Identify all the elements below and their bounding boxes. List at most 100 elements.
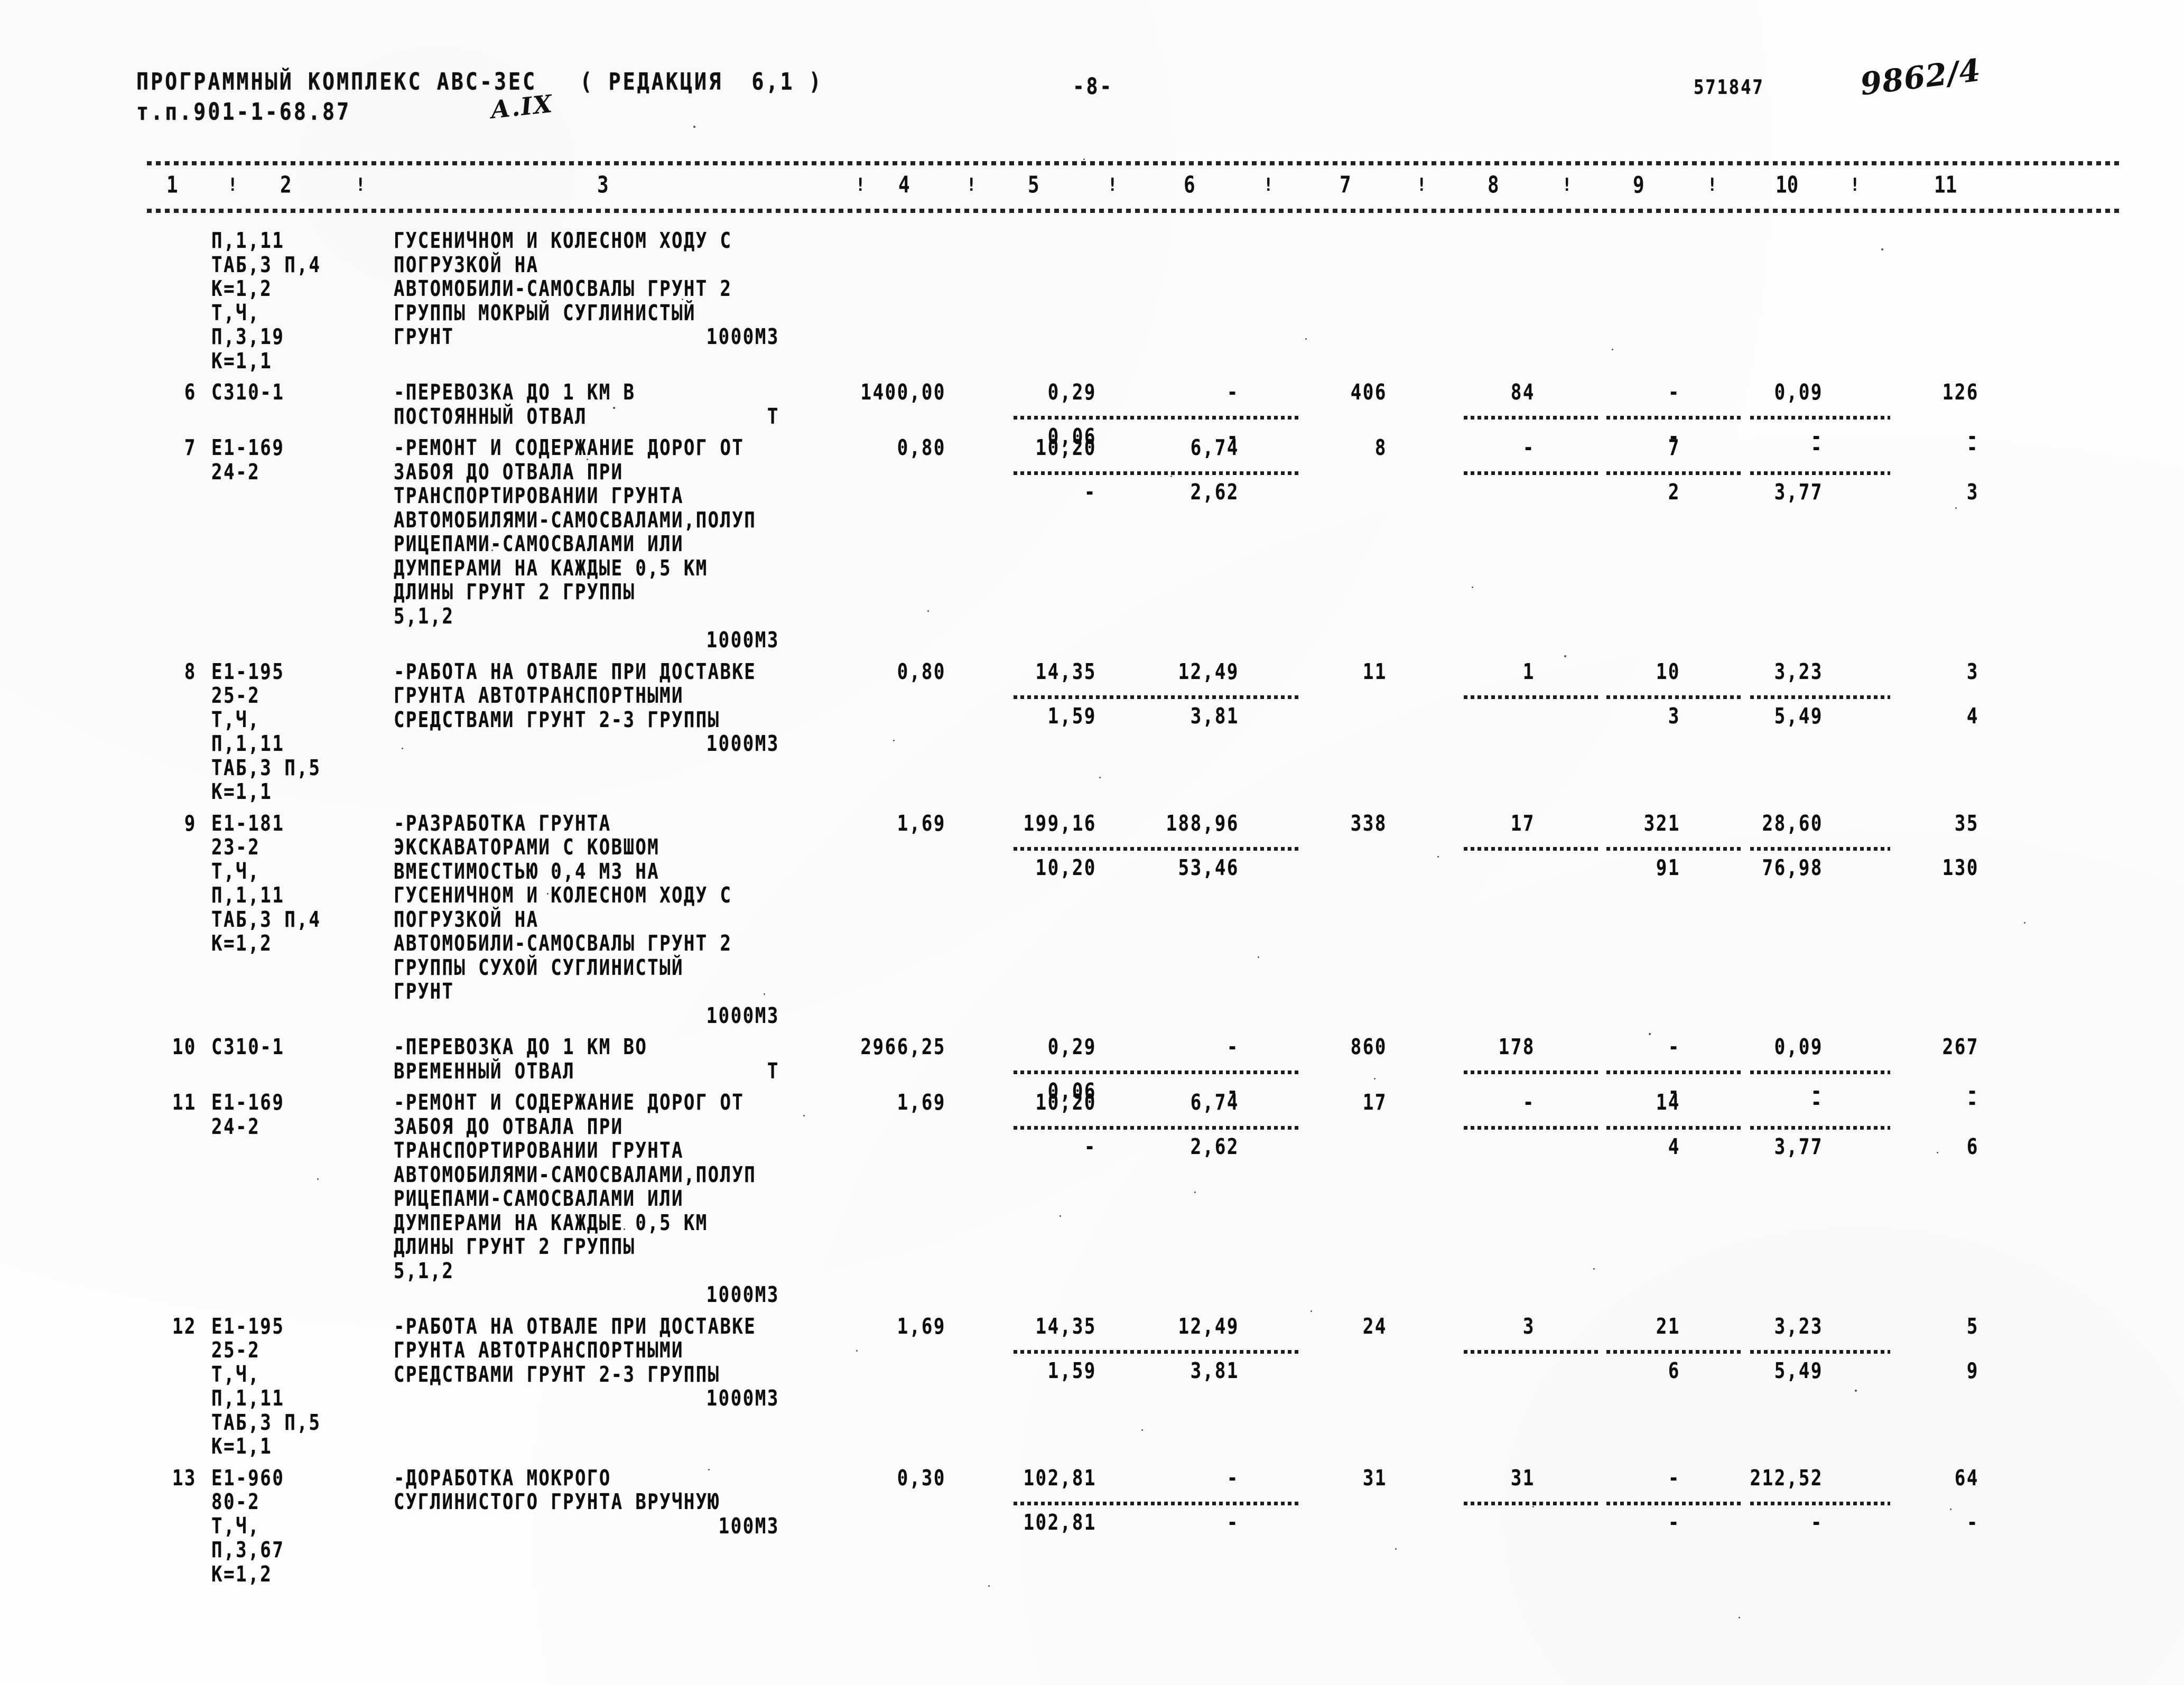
scan-speck-1 bbox=[1083, 159, 1085, 160]
scan-speck-37 bbox=[1739, 1617, 1740, 1618]
row-10-value-col11: 267 bbox=[1942, 1035, 1979, 1060]
row-9-subvalue-col11: 130 bbox=[1942, 855, 1979, 881]
row-11-value-col11: - bbox=[1966, 1090, 1979, 1115]
scan-speck-25 bbox=[1937, 1152, 1938, 1153]
scan-speck-11 bbox=[927, 610, 929, 612]
scan-speck-19 bbox=[2024, 922, 2025, 924]
scan-speck-14 bbox=[893, 740, 895, 741]
scan-speck-22 bbox=[1649, 1033, 1651, 1035]
row-8-subvalue-col11: 4 bbox=[1966, 703, 1979, 729]
row-11-subvalue-col11: 6 bbox=[1966, 1134, 1979, 1160]
scan-speck-16 bbox=[1807, 816, 1809, 818]
row-12-underline-4 bbox=[1750, 1349, 1890, 1354]
row-7-desc-line-5: ДУМПЕРАМИ НА КАЖДЫЕ 0,5 КМ bbox=[394, 555, 708, 581]
row-8-underline-0 bbox=[1014, 695, 1156, 699]
scan-speck-38 bbox=[402, 748, 403, 749]
row-12-underline-3 bbox=[1606, 1349, 1744, 1354]
row-0-code-line-1: ТАБ,3 П,4 bbox=[211, 252, 321, 278]
row-9-desc-line-3: ГУСЕНИЧНОМ И КОЛЕСНОМ ХОДУ С bbox=[394, 883, 732, 908]
scan-speck-26 bbox=[1194, 1191, 1196, 1193]
row-9-underline-2 bbox=[1464, 846, 1601, 851]
scan-speck-42 bbox=[1060, 1215, 1061, 1217]
row-13-underline-1 bbox=[1157, 1501, 1300, 1505]
row-7-underline-1 bbox=[1157, 471, 1300, 476]
scan-speck-23 bbox=[1374, 1078, 1376, 1079]
row-9-underline-1 bbox=[1157, 846, 1300, 851]
row-7-subvalue-col11: 3 bbox=[1966, 480, 1979, 506]
row-10-underline-1 bbox=[1157, 1070, 1300, 1075]
row-11-underline-3 bbox=[1606, 1126, 1744, 1130]
row-0-desc-line-1: ПОГРУЗКОЙ НА bbox=[394, 252, 539, 278]
row-12-subvalue-col11: 9 bbox=[1966, 1358, 1979, 1384]
scan-speck-17 bbox=[1437, 856, 1439, 858]
row-7-unit: 1000М3 bbox=[706, 628, 779, 653]
row-7-value-col11: - bbox=[1966, 435, 1979, 461]
row-11-desc-line-3: АВТОМОБИЛЯМИ-САМОСВАЛАМИ,ПОЛУП bbox=[394, 1162, 757, 1188]
scan-speck-3 bbox=[682, 299, 683, 300]
row-13-code-line-3: П,3,67 bbox=[211, 1538, 285, 1563]
row-12-unit: 1000М3 bbox=[706, 1386, 779, 1411]
scan-speck-8 bbox=[1170, 476, 1172, 477]
scan-speck-28 bbox=[1593, 1268, 1595, 1270]
scan-speck-4 bbox=[1305, 338, 1307, 340]
scan-speck-41 bbox=[1950, 1509, 1951, 1510]
scan-speck-30 bbox=[856, 1350, 858, 1352]
scan-speck-9 bbox=[1955, 507, 1957, 509]
row-8-unit: 1000М3 bbox=[706, 731, 779, 757]
row-9-desc-line-5: АВТОМОБИЛИ-САМОСВАЛЫ ГРУНТ 2 bbox=[394, 931, 732, 956]
row-9-code-line-5: К=1,2 bbox=[211, 931, 273, 956]
scan-speck-33 bbox=[708, 1469, 710, 1470]
scan-speck-36 bbox=[988, 1585, 990, 1587]
row-10-underline-3 bbox=[1606, 1070, 1744, 1075]
row-12-value-col11: 5 bbox=[1966, 1314, 1979, 1339]
row-6-underline-4 bbox=[1750, 416, 1890, 420]
row-7-desc-line-7: 5,1,2 bbox=[394, 603, 454, 629]
scan-speck-20 bbox=[1258, 956, 1259, 958]
row-13-subvalue-col11: - bbox=[1966, 1510, 1979, 1535]
row-12-underline-1 bbox=[1157, 1349, 1300, 1354]
row-0-code-line-3: Т,Ч, bbox=[211, 300, 261, 326]
scan-speck-7 bbox=[587, 459, 588, 460]
row-8-underline-3 bbox=[1606, 695, 1744, 699]
row-8-code-line-4: ТАБ,3 П,5 bbox=[211, 755, 321, 781]
row-11-desc-line-6: ДЛИНЫ ГРУНТ 2 ГРУППЫ bbox=[394, 1234, 636, 1260]
scan-speck-35 bbox=[1395, 1548, 1397, 1550]
row-0-desc-line-2: АВТОМОБИЛИ-САМОСВАЛЫ ГРУНТ 2 bbox=[394, 276, 732, 302]
row-6-underline-1 bbox=[1157, 416, 1300, 420]
table-body: П,1,11 ТАБ,3 П,4 К=1,2 Т,Ч, П,3,19 К=1,1 ГУСЕН… bbox=[0, 0, 2184, 1685]
row-7-underline-3 bbox=[1606, 471, 1744, 476]
scan-speck-40 bbox=[579, 544, 580, 546]
row-8-underline-2 bbox=[1464, 695, 1601, 699]
row-8-underline-1 bbox=[1157, 695, 1300, 699]
row-10-underline-4 bbox=[1750, 1070, 1890, 1075]
row-7-underline-0 bbox=[1014, 471, 1156, 476]
row-8-code-line-5: К=1,1 bbox=[211, 779, 273, 805]
row-9-desc-line-7: ГРУНТ bbox=[394, 979, 454, 1004]
row-11-underline-2 bbox=[1464, 1126, 1601, 1130]
row-0-desc-line-3: ГРУППЫ МОКРЫЙ СУГЛИНИСТЫЙ bbox=[394, 300, 696, 326]
row-9-code-line-4: ТАБ,3 П,4 bbox=[211, 907, 321, 933]
row-9-unit: 1000М3 bbox=[706, 1003, 779, 1029]
row-0-desc-line-0: ГУСЕНИЧНОМ И КОЛЕСНОМ ХОДУ С bbox=[394, 228, 732, 254]
row-12-code-line-4: ТАБ,3 П,5 bbox=[211, 1410, 321, 1436]
row-8-value-col11: 3 bbox=[1966, 659, 1979, 685]
row-6-underline-2 bbox=[1464, 416, 1601, 420]
row-0-code-line-0: П,1,11 bbox=[211, 228, 285, 254]
row-10-underline-0 bbox=[1014, 1070, 1156, 1075]
row-8-underline-4 bbox=[1750, 695, 1890, 699]
row-6-underline-0 bbox=[1014, 416, 1156, 420]
row-12-underline-2 bbox=[1464, 1349, 1601, 1354]
row-12-code-line-5: К=1,1 bbox=[211, 1434, 273, 1459]
row-9-desc-line-4: ПОГРУЗКОЙ НА bbox=[394, 907, 539, 933]
row-11-underline-0 bbox=[1014, 1126, 1156, 1130]
row-11-desc-line-7: 5,1,2 bbox=[394, 1258, 454, 1284]
scan-speck-29 bbox=[1311, 1310, 1312, 1312]
row-7-underline-4 bbox=[1750, 471, 1890, 476]
row-11-desc-line-4: РИЦЕПАМИ-САМОСВАЛАМИ ИЛИ bbox=[394, 1186, 684, 1212]
row-9-underline-4 bbox=[1750, 846, 1890, 851]
row-11-desc-line-5: ДУМПЕРАМИ НА КАЖДЫЕ 0,5 КМ bbox=[394, 1210, 708, 1236]
row-0-unit: 1000М3 bbox=[706, 324, 779, 350]
scan-speck-18 bbox=[547, 893, 549, 895]
row-9-value-col11: 35 bbox=[1954, 811, 1979, 836]
scan-speck-39 bbox=[317, 1178, 319, 1180]
